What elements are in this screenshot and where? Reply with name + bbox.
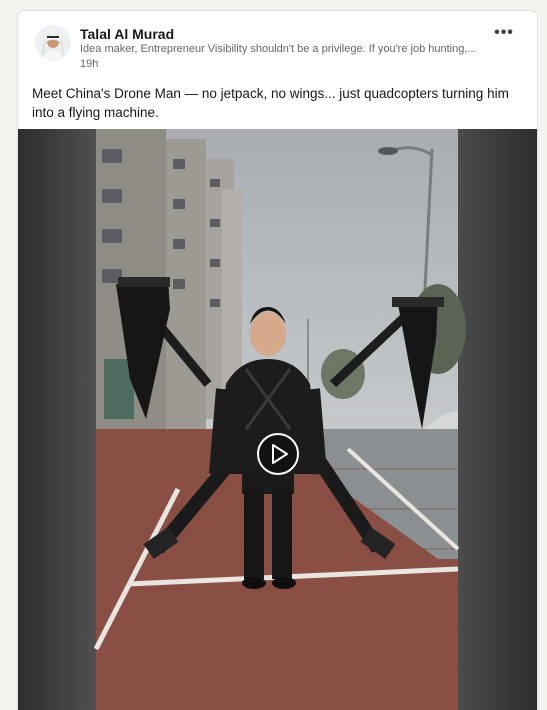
play-button[interactable] xyxy=(257,433,299,475)
video-frame xyxy=(18,129,537,710)
avatar-image xyxy=(35,25,71,61)
more-options-button[interactable]: ••• xyxy=(491,25,517,47)
post-timestamp: 19h xyxy=(80,58,99,70)
play-icon xyxy=(272,444,288,464)
author-headline: Idea maker, Entrepreneur Visibility shou… xyxy=(80,43,477,55)
post-header: Talal Al Murad Idea maker, Entrepreneur … xyxy=(18,11,537,81)
feed-post-card: Talal Al Murad Idea maker, Entrepreneur … xyxy=(17,10,538,710)
video-player[interactable] xyxy=(18,129,537,710)
author-name[interactable]: Talal Al Murad xyxy=(80,26,174,42)
post-body-text: Meet China's Drone Man — no jetpack, no … xyxy=(32,86,509,120)
author-avatar[interactable] xyxy=(35,25,71,61)
